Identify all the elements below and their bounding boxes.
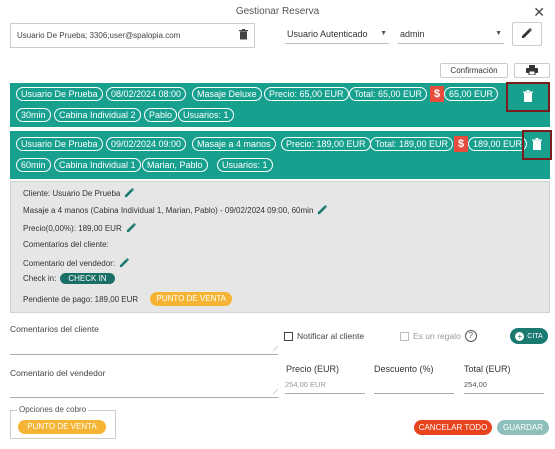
chip-staff: Pablo (144, 108, 178, 122)
edit-user-button[interactable] (512, 22, 542, 46)
chip-date: 08/02/2024 08:00 (106, 87, 187, 101)
resize-handle-icon[interactable]: ⟋ (273, 389, 278, 397)
pencil-icon[interactable] (317, 204, 328, 217)
total-input[interactable]: 254,00 (464, 380, 544, 394)
confirmation-button[interactable]: Confirmación (440, 63, 508, 78)
detail-service: Masaje a 4 manos (Cabina Individual 1, M… (23, 206, 314, 215)
chip-service: Masaje Deluxe (192, 87, 262, 101)
trash-icon (532, 138, 542, 152)
chip-cabin: Cabina Individual 2 (54, 108, 141, 122)
chip-service: Masaje a 4 manos (192, 137, 276, 151)
auth-select[interactable]: Usuario Autenticado ▼ (285, 24, 389, 44)
trash-icon[interactable] (239, 29, 248, 42)
trash-icon (523, 90, 533, 104)
pencil-icon (521, 27, 533, 41)
seller-comment-label: Comentario del vendedor (10, 368, 106, 378)
chip-client: Usuario De Prueba (16, 87, 103, 101)
notify-client-checkbox[interactable] (284, 331, 293, 341)
cita-button[interactable]: + CITA (510, 328, 548, 344)
gift-checkbox[interactable] (400, 331, 409, 341)
chip-total: Total: 65,00 EUR (349, 87, 428, 101)
checkin-label: Check in: (23, 274, 57, 283)
detail-price-row: Precio(0,00%): 189,00 EUR (23, 222, 137, 235)
chevron-down-icon: ▼ (495, 30, 502, 37)
point-of-sale-button[interactable]: PUNTO DE VENTA (150, 292, 233, 306)
client-comments-input[interactable]: ⟋ (10, 336, 278, 355)
detail-price: Precio(0,00%): 189,00 EUR (23, 224, 122, 233)
chip-date: 09/02/2024 09:00 (106, 137, 187, 151)
help-icon[interactable]: ? (464, 330, 477, 342)
discount-header: Descuento (%) (374, 364, 434, 374)
detail-service-row: Masaje a 4 manos (Cabina Individual 1, M… (23, 204, 328, 217)
delete-booking-1-button[interactable] (506, 82, 550, 112)
discount-input[interactable] (374, 380, 454, 394)
seller-comment-input[interactable]: ⟋ (10, 380, 278, 398)
dollar-icon: $ (430, 86, 444, 102)
plus-circle-icon: + (515, 331, 525, 341)
booking-details-panel: Cliente: Usuario De Prueba Masaje a 4 ma… (10, 181, 550, 313)
chip-users: Usuarios: 1 (217, 158, 273, 172)
detail-pending-row: Pendiente de pago: 189,00 EUR PUNTO DE V… (23, 292, 233, 306)
chip-cabin: Cabina Individual 1 (54, 158, 141, 172)
total-value: 254,00 (464, 380, 487, 389)
user-field-value: Usuario De Prueba; 3306;user@spalopia.co… (17, 31, 181, 40)
pencil-icon[interactable] (124, 187, 135, 200)
dollar-icon: $ (454, 136, 468, 152)
detail-client-comments: Comentarios del cliente: (23, 240, 109, 249)
pencil-icon[interactable] (119, 257, 130, 270)
printer-icon (526, 64, 538, 77)
chip-price: Precio: 65,00 EUR (264, 87, 349, 101)
price-value: 254,00 EUR (285, 380, 326, 389)
chip-pending: 189,00 EUR (468, 137, 528, 151)
dialog-title: Gestionar Reserva (235, 6, 320, 17)
resize-handle-icon[interactable]: ⟋ (273, 346, 278, 354)
price-header: Precio (EUR) (286, 364, 340, 374)
gift-checkbox-row[interactable]: Es un regalo ? (400, 330, 477, 342)
chip-total: Total: 189,00 EUR (370, 137, 454, 151)
detail-checkin-row: Check in: CHECK IN (23, 273, 115, 284)
detail-seller-comment: Comentario del vendedor: (23, 259, 116, 268)
detail-client: Cliente: Usuario De Prueba (23, 189, 121, 198)
booking-card-1[interactable]: Usuario De Prueba 08/02/2024 08:00 Masaj… (10, 82, 550, 127)
pencil-icon[interactable] (126, 222, 137, 235)
payment-options-fieldset: Opciones de cobro PUNTO DE VENTA (10, 405, 116, 439)
price-input[interactable]: 254,00 EUR (285, 380, 365, 394)
total-header: Total (EUR) (464, 364, 511, 374)
client-comments-label: Comentarios del cliente (10, 324, 99, 334)
checkin-button[interactable]: CHECK IN (60, 273, 115, 284)
delete-booking-2-button[interactable] (522, 130, 552, 160)
pending-payment: Pendiente de pago: 189,00 EUR (23, 294, 139, 304)
save-button[interactable]: GUARDAR (497, 420, 549, 435)
detail-client-row: Cliente: Usuario De Prueba (23, 187, 135, 200)
detail-seller-comment-row: Comentario del vendedor: (23, 257, 130, 270)
auth-select-value: Usuario Autenticado (287, 28, 368, 39)
user-field[interactable]: Usuario De Prueba; 3306;user@spalopia.co… (10, 23, 255, 48)
cita-label: CITA (527, 332, 543, 340)
chip-client: Usuario De Prueba (16, 137, 103, 151)
chip-price: Precio: 189,00 EUR (281, 137, 371, 151)
chip-pending: 65,00 EUR (444, 87, 499, 101)
payment-options-legend: Opciones de cobro (17, 405, 89, 414)
notify-client-checkbox-row[interactable]: Notificar al cliente (284, 331, 364, 341)
chip-users: Usuarios: 1 (178, 108, 234, 122)
admin-select-value: admin (400, 28, 425, 39)
gift-label: Es un regalo (413, 331, 461, 341)
admin-select[interactable]: admin ▼ (398, 24, 504, 44)
close-icon[interactable]: ✕ (533, 4, 545, 21)
chip-duration: 30min (16, 108, 51, 122)
footer-point-of-sale-button[interactable]: PUNTO DE VENTA (18, 420, 106, 434)
booking-card-2[interactable]: Usuario De Prueba 09/02/2024 09:00 Masaj… (10, 130, 552, 179)
chip-staff: Marian, Pablo (142, 158, 208, 172)
print-button[interactable] (514, 63, 550, 78)
chevron-down-icon: ▼ (380, 30, 387, 37)
chip-duration: 60min (16, 158, 51, 172)
notify-client-label: Notificar al cliente (297, 331, 365, 341)
cancel-all-button[interactable]: CANCELAR TODO (414, 420, 492, 435)
